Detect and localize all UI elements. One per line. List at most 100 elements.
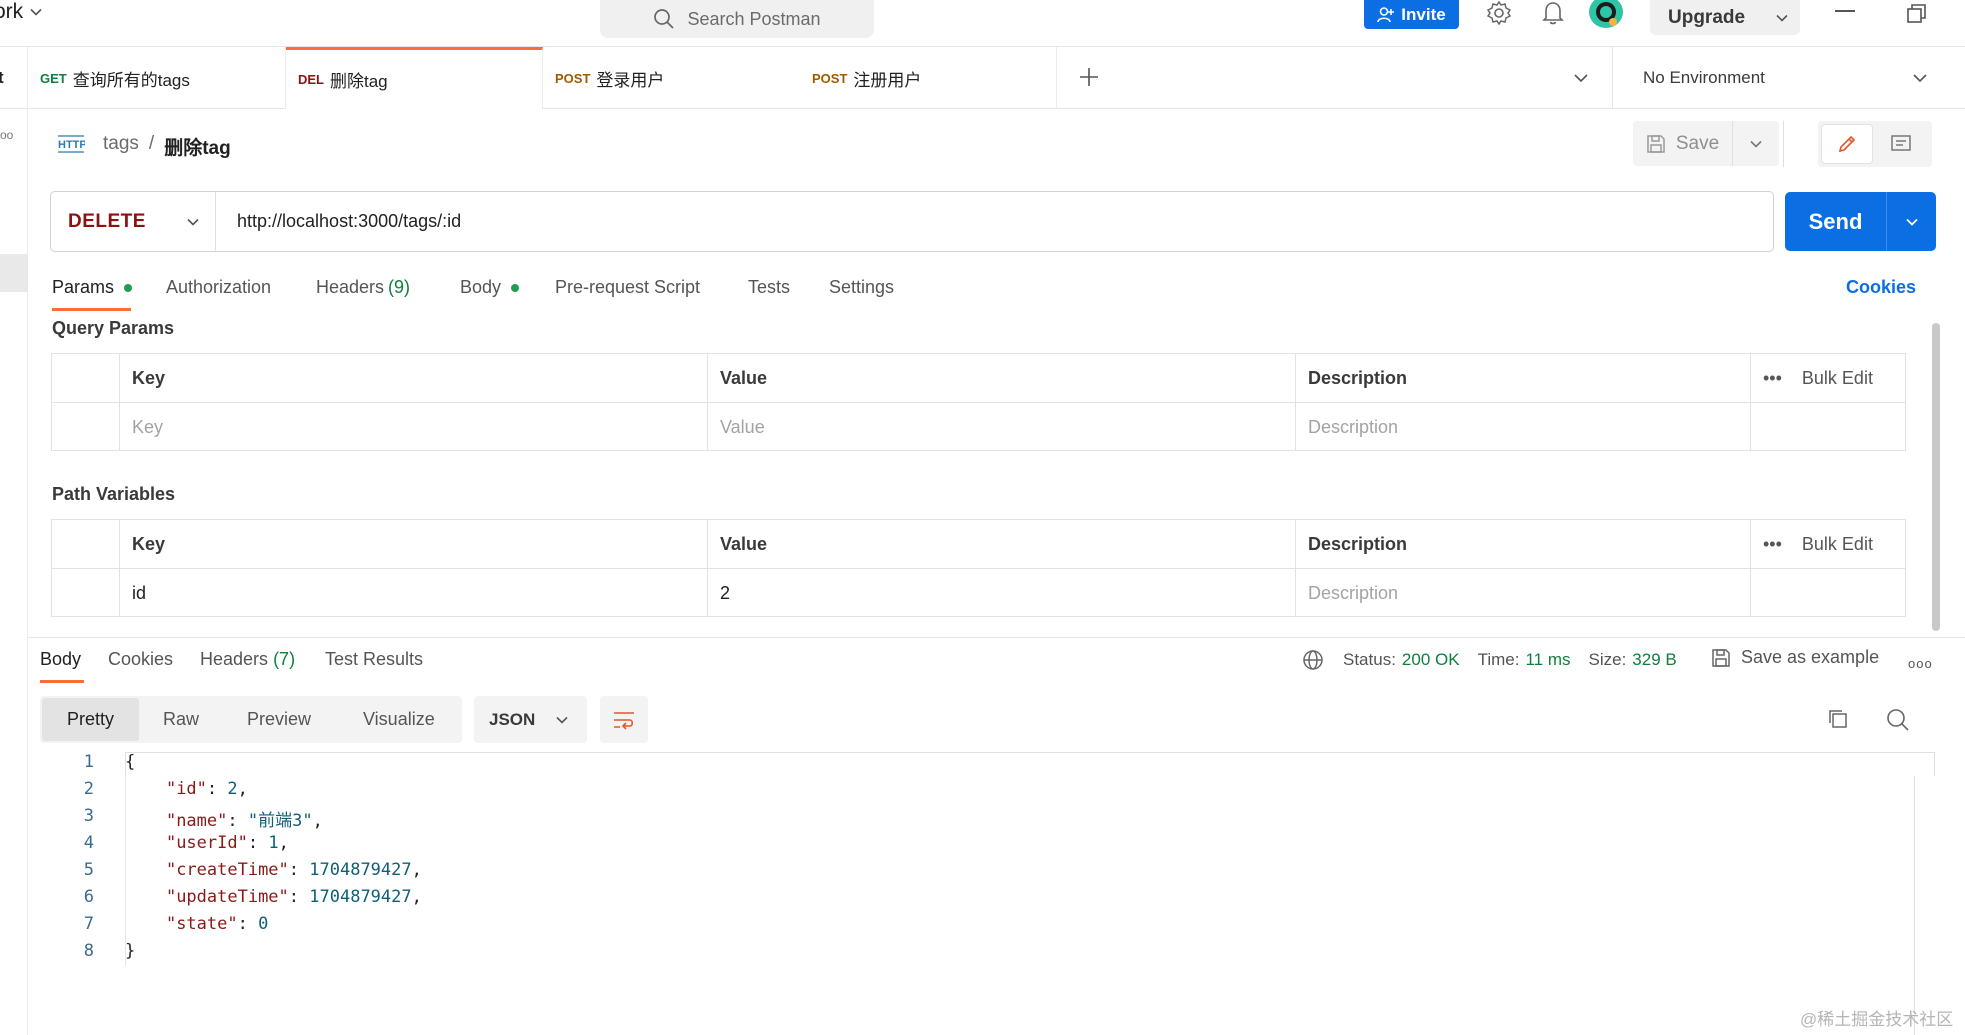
copy-icon: [1827, 708, 1849, 730]
code-line[interactable]: }: [125, 941, 135, 961]
format-visualize[interactable]: Visualize: [363, 698, 435, 741]
format-pretty[interactable]: Pretty: [42, 698, 139, 741]
row-checkbox[interactable]: [52, 403, 120, 451]
format-raw[interactable]: Raw: [163, 698, 199, 741]
tab-get-all-tags[interactable]: GET 查询所有的tags: [28, 47, 286, 109]
format-preview[interactable]: Preview: [247, 698, 311, 741]
plus-icon: [1078, 66, 1100, 88]
code-line[interactable]: "id": 2,: [125, 779, 248, 799]
new-tab-button[interactable]: [1078, 66, 1100, 88]
comment-icon: [1890, 134, 1912, 154]
response-search-button[interactable]: [1886, 708, 1910, 732]
checkbox-column: [52, 354, 120, 402]
bulk-edit-group: ••• Bulk Edit: [1751, 354, 1905, 402]
json-value: 1: [268, 833, 279, 853]
minimize-button[interactable]: [1835, 10, 1855, 12]
code-line[interactable]: "createTime": 1704879427,: [125, 860, 422, 880]
time-value[interactable]: 11 ms: [1525, 650, 1570, 670]
line-number: 7: [83, 914, 94, 934]
code-line[interactable]: "name": "前端3",: [125, 806, 323, 831]
breadcrumb-collection[interactable]: tags: [103, 133, 139, 160]
workspace-menu[interactable]: ork: [0, 0, 43, 24]
documentation-view-button[interactable]: [1873, 124, 1929, 164]
value-input[interactable]: 2: [708, 569, 1296, 617]
save-icon: [1646, 134, 1666, 154]
table-row: id 2 Description: [52, 568, 1905, 617]
tab-params[interactable]: Params: [52, 277, 133, 298]
description-input[interactable]: Description: [1296, 569, 1751, 617]
status-value[interactable]: 200 OK: [1402, 650, 1460, 670]
key-input[interactable]: Key: [120, 403, 708, 451]
tab-overflow-button[interactable]: [1573, 70, 1589, 86]
invite-button[interactable]: Invite: [1364, 0, 1459, 29]
sidebar-selected-item[interactable]: [0, 254, 28, 292]
method-select[interactable]: DELETE: [51, 192, 216, 251]
send-button[interactable]: Send: [1785, 192, 1887, 251]
tab-authorization-label: Authorization: [166, 277, 272, 297]
upgrade-button[interactable]: Upgrade: [1650, 0, 1800, 35]
tab-settings[interactable]: Settings: [829, 277, 894, 298]
environment-chevron[interactable]: [1912, 70, 1928, 86]
value-input[interactable]: Value: [708, 403, 1296, 451]
tab-method: POST: [555, 70, 591, 86]
settings-button[interactable]: [1486, 0, 1512, 26]
save-options-button[interactable]: [1733, 137, 1779, 151]
bell-icon: [1541, 0, 1565, 26]
tab-fragment[interactable]: t: [0, 47, 28, 109]
bulk-edit-button[interactable]: Bulk Edit: [1802, 368, 1873, 389]
table-header-row: Key Value Description ••• Bulk Edit: [52, 520, 1905, 568]
language-select[interactable]: JSON: [474, 696, 587, 743]
more-options-icon[interactable]: •••: [1763, 368, 1782, 389]
code-punct: ,: [312, 811, 323, 831]
path-variables-title: Path Variables: [52, 484, 176, 504]
notifications-button[interactable]: [1541, 0, 1565, 26]
active-tab-indicator: [52, 308, 131, 311]
method-label: DELETE: [68, 210, 146, 232]
maximize-button[interactable]: [1906, 3, 1928, 25]
active-tab-indicator: [40, 680, 84, 683]
network-info-button[interactable]: [1302, 649, 1324, 671]
bulk-edit-button[interactable]: Bulk Edit: [1802, 534, 1873, 555]
save-button[interactable]: Save: [1633, 121, 1733, 166]
code-line[interactable]: "updateTime": 1704879427,: [125, 887, 422, 907]
search-bar[interactable]: Search Postman: [600, 0, 874, 38]
code-line[interactable]: {: [125, 752, 135, 772]
breadcrumb-current[interactable]: 删除tag: [164, 133, 231, 160]
tab-authorization[interactable]: Authorization: [166, 277, 271, 298]
vertical-scrollbar[interactable]: [1932, 323, 1940, 631]
tab-login-user[interactable]: POST 登录用户: [543, 47, 800, 109]
tab-delete-tag[interactable]: DEL 删除tag: [286, 47, 543, 109]
line-number: 4: [83, 833, 94, 853]
code-line[interactable]: "userId": 1,: [125, 833, 289, 853]
avatar[interactable]: [1588, 0, 1624, 30]
copy-button[interactable]: [1827, 708, 1849, 730]
http-icon: HTTP: [57, 133, 85, 155]
edit-view-button[interactable]: [1821, 124, 1873, 164]
send-options-button[interactable]: [1887, 215, 1936, 229]
save-as-example-button[interactable]: Save as example: [1711, 647, 1879, 668]
tab-body[interactable]: Body: [460, 277, 520, 298]
code-line[interactable]: "state": 0: [125, 914, 268, 934]
code-text: }: [125, 941, 136, 961]
response-tab-test-results[interactable]: Test Results: [325, 649, 423, 670]
json-key: "id": [165, 779, 207, 799]
tab-name: 查询所有的tags: [72, 70, 190, 90]
response-tab-headers[interactable]: Headers (7): [200, 649, 295, 670]
response-tab-body[interactable]: Body: [40, 649, 81, 670]
tab-register-user[interactable]: POST 注册用户: [800, 47, 1057, 109]
description-input[interactable]: Description: [1296, 403, 1751, 451]
response-more-button[interactable]: ooo: [1908, 652, 1933, 673]
json-value: 1704879427: [309, 860, 412, 880]
tab-tests[interactable]: Tests: [748, 277, 790, 298]
tab-pre-request-script[interactable]: Pre-request Script: [555, 277, 700, 298]
wrap-lines-button[interactable]: [600, 696, 648, 743]
cookies-link[interactable]: Cookies: [1846, 277, 1916, 298]
response-divider[interactable]: [28, 637, 1965, 638]
url-input[interactable]: http://localhost:3000/tags/:id: [237, 192, 461, 251]
tab-name: 注册用户: [853, 70, 922, 90]
size-value[interactable]: 329 B: [1632, 650, 1676, 670]
sidebar-more[interactable]: oo: [0, 128, 13, 142]
tab-headers[interactable]: Headers (9): [316, 277, 410, 298]
more-options-icon[interactable]: •••: [1763, 534, 1782, 555]
response-tab-cookies[interactable]: Cookies: [108, 649, 173, 670]
